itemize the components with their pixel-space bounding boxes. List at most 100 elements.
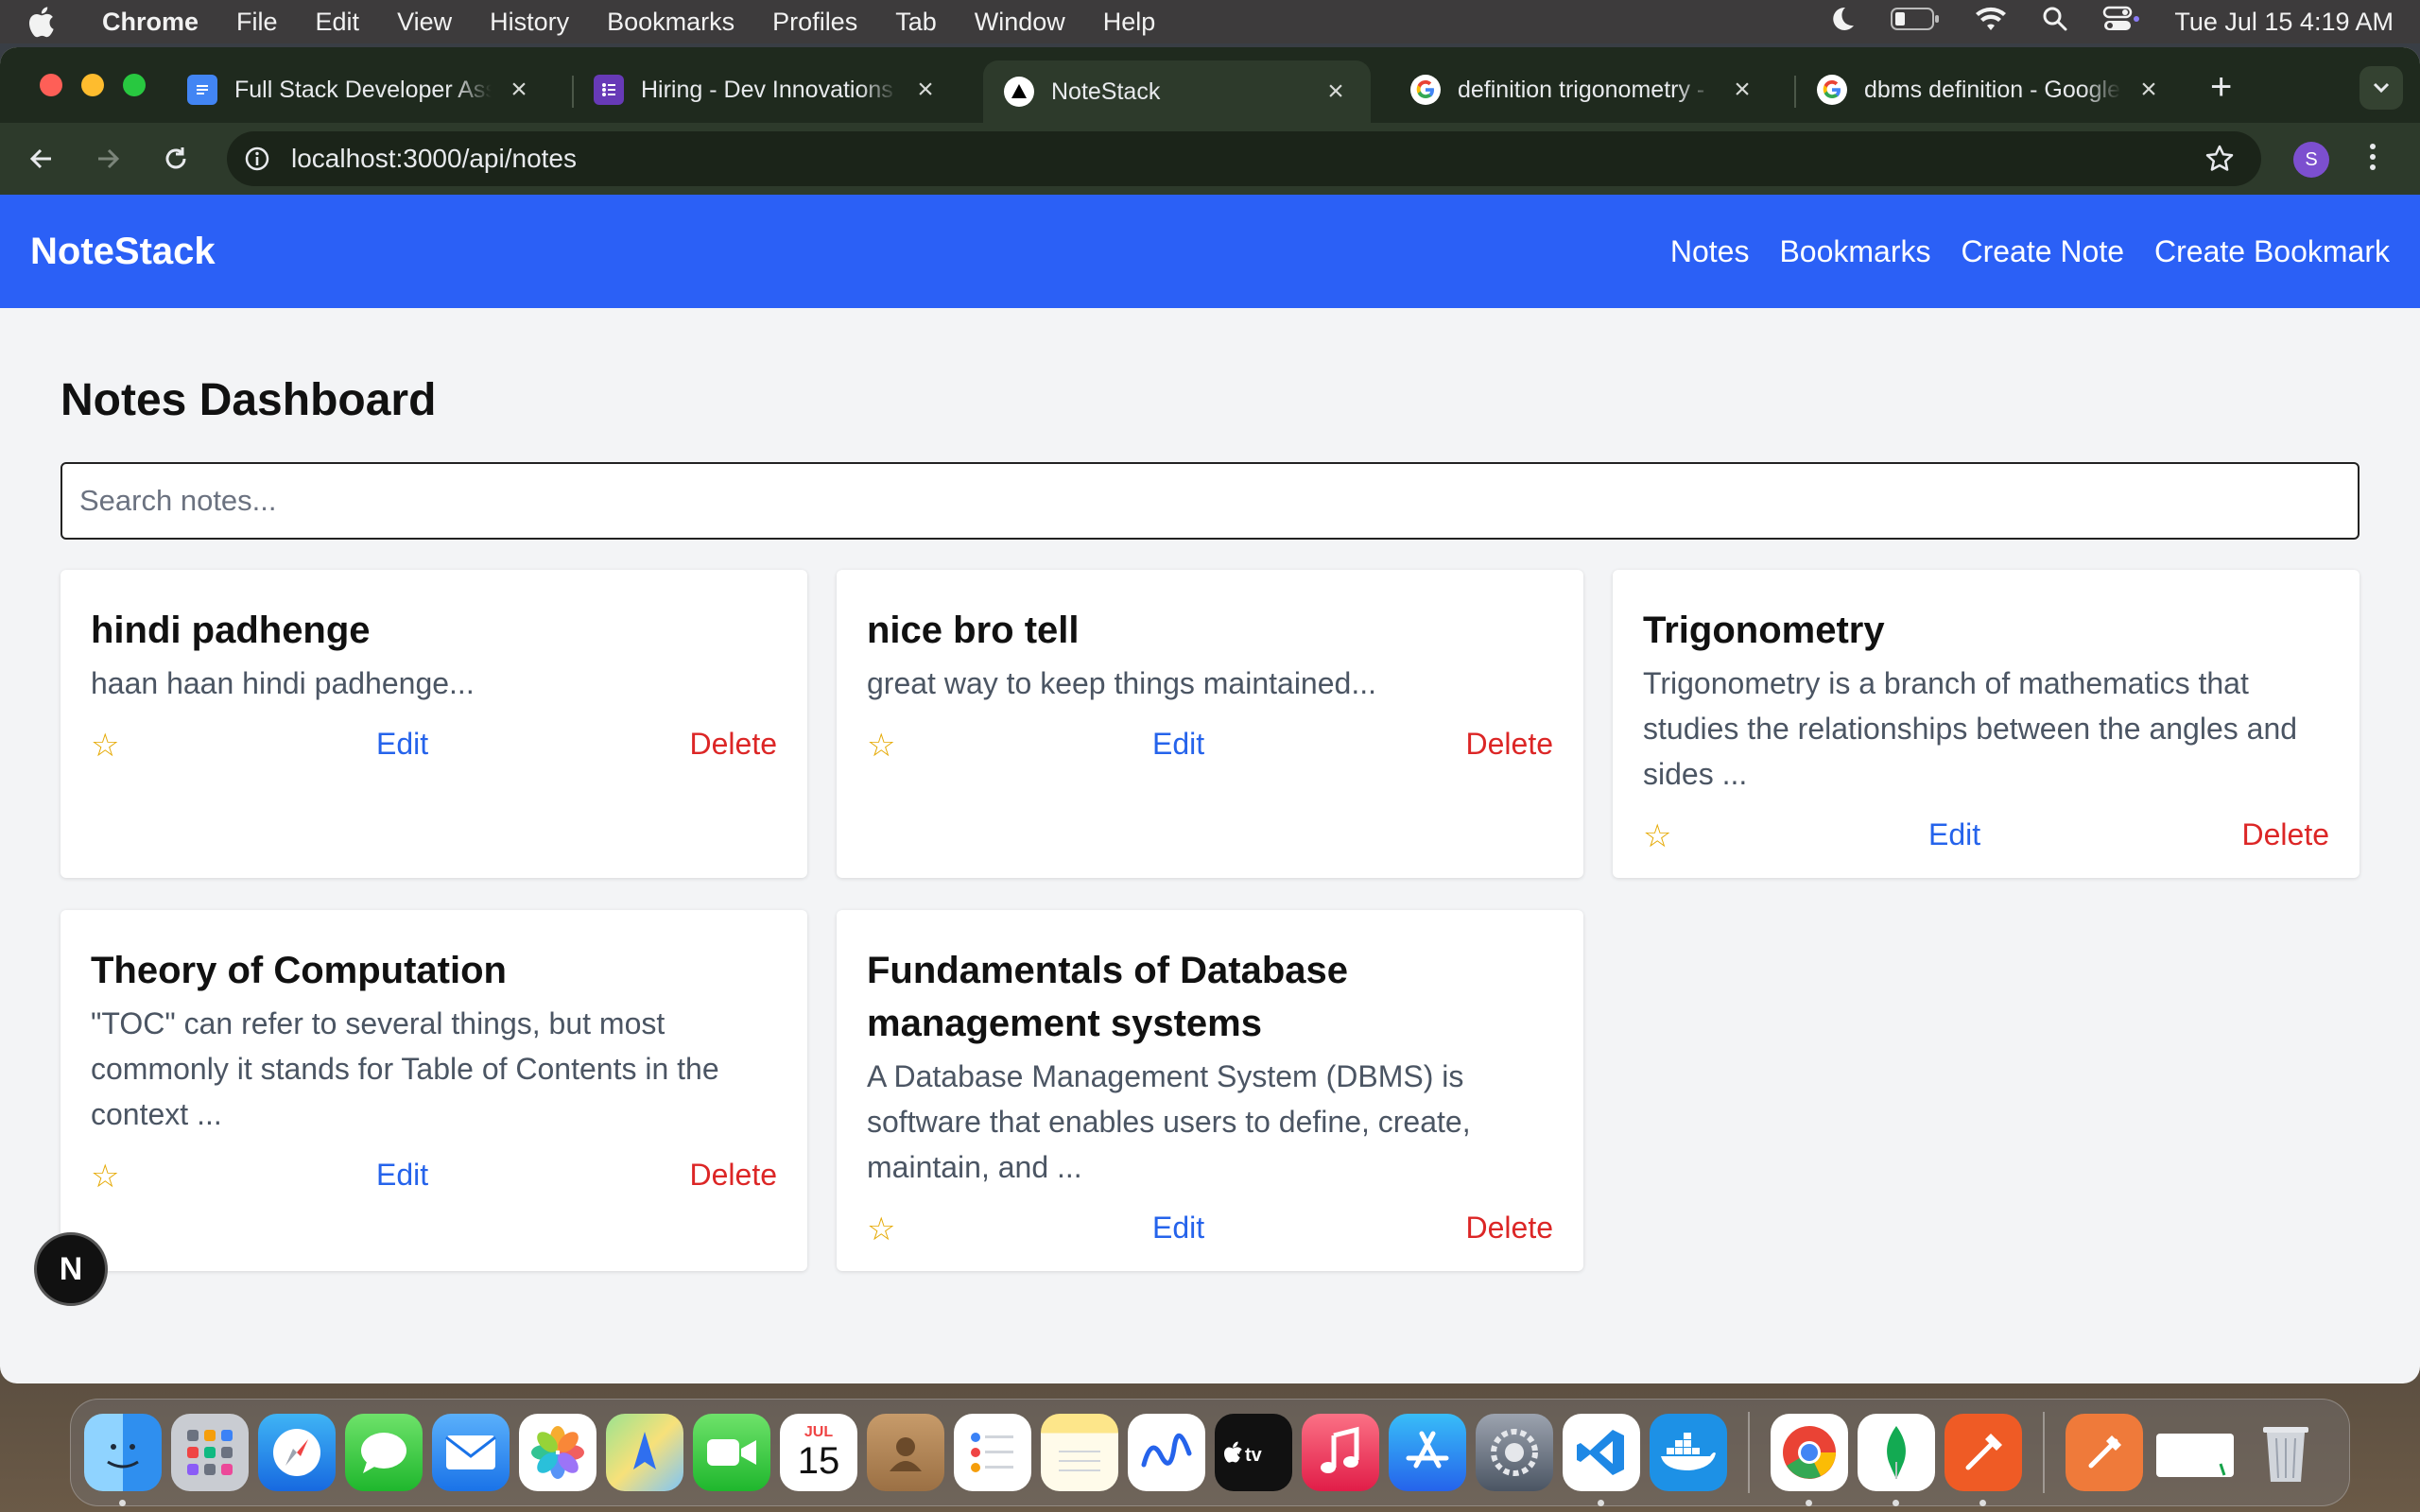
battery-icon[interactable] — [1891, 7, 1940, 38]
menu-bookmarks[interactable]: Bookmarks — [607, 8, 735, 37]
vscode-icon[interactable] — [1563, 1414, 1640, 1506]
mail-icon[interactable] — [432, 1414, 510, 1491]
note-card[interactable]: Theory of Computation "TOC" can refer to… — [60, 910, 807, 1271]
menu-window[interactable]: Window — [975, 8, 1065, 37]
delete-button[interactable]: Delete — [690, 1158, 778, 1193]
tab-title: NoteStack — [1051, 77, 1161, 105]
menu-profiles[interactable]: Profiles — [772, 8, 857, 37]
reminders-icon[interactable] — [954, 1414, 1031, 1491]
close-tab-icon[interactable]: × — [505, 74, 533, 106]
macos-menu-bar: Chrome File Edit View History Bookmarks … — [0, 0, 2420, 43]
nav-create-note-link[interactable]: Create Note — [1961, 234, 2124, 269]
appletv-icon[interactable]: tv — [1215, 1414, 1292, 1491]
forward-arrow-icon[interactable] — [89, 140, 127, 178]
favorite-star-icon[interactable]: ☆ — [867, 727, 895, 765]
chrome-icon[interactable] — [1771, 1414, 1848, 1506]
edit-button[interactable]: Edit — [1928, 817, 1980, 852]
search-input[interactable] — [60, 462, 2360, 540]
downloads-icon[interactable] — [2066, 1414, 2143, 1491]
url-text[interactable]: localhost:3000/api/notes — [291, 144, 577, 174]
nav-bookmarks-link[interactable]: Bookmarks — [1779, 234, 1930, 269]
calendar-icon[interactable]: JUL 15 — [780, 1414, 857, 1491]
close-window-button[interactable] — [40, 74, 62, 96]
tab-full-stack-developer[interactable]: Full Stack Developer Assi × — [166, 60, 554, 119]
delete-button[interactable]: Delete — [1466, 1211, 1554, 1246]
minimize-window-button[interactable] — [81, 74, 104, 96]
nextjs-dev-indicator[interactable]: N — [34, 1232, 108, 1306]
safari-icon[interactable] — [258, 1414, 336, 1491]
wifi-icon[interactable] — [1974, 6, 2008, 39]
settings-icon[interactable] — [1476, 1414, 1553, 1491]
apple-menu-icon[interactable] — [26, 6, 78, 38]
messages-icon[interactable] — [345, 1414, 423, 1491]
edit-button[interactable]: Edit — [1152, 727, 1204, 762]
music-icon[interactable] — [1302, 1414, 1379, 1491]
delete-button[interactable]: Delete — [2242, 817, 2330, 852]
menu-app-chrome[interactable]: Chrome — [102, 8, 199, 37]
focus-moon-icon[interactable] — [1828, 5, 1857, 40]
address-bar[interactable]: localhost:3000/api/notes — [227, 131, 2261, 186]
close-tab-icon[interactable]: × — [911, 74, 940, 106]
edit-button[interactable]: Edit — [1152, 1211, 1204, 1246]
menu-file[interactable]: File — [236, 8, 278, 37]
tab-dbms-definition[interactable]: dbms definition - Google × — [1796, 60, 2184, 119]
edit-button[interactable]: Edit — [376, 727, 428, 762]
close-tab-icon[interactable]: × — [1728, 74, 1756, 106]
maps-icon[interactable] — [606, 1414, 683, 1491]
appstore-icon[interactable] — [1389, 1414, 1466, 1491]
note-card[interactable]: Trigonometry Trigonometry is a branch of… — [1613, 570, 2360, 878]
docker-icon[interactable] — [1650, 1414, 1727, 1491]
edit-button[interactable]: Edit — [376, 1158, 428, 1193]
contacts-icon[interactable] — [867, 1414, 944, 1491]
note-title: Trigonometry — [1643, 610, 1885, 651]
folder-icon[interactable] — [2152, 1414, 2238, 1491]
tab-definition-trigonometry[interactable]: definition trigonometry - × — [1390, 60, 1777, 119]
photos-icon[interactable] — [519, 1414, 596, 1491]
favorite-star-icon[interactable]: ☆ — [1643, 817, 1671, 855]
postman-icon[interactable] — [1945, 1414, 2022, 1506]
control-center-icon[interactable] — [2102, 6, 2140, 39]
notes-icon[interactable] — [1041, 1414, 1118, 1491]
bookmark-star-icon[interactable] — [2204, 144, 2235, 180]
tab-notestack[interactable]: NoteStack × — [983, 60, 1371, 123]
tab-search-chevron-icon[interactable] — [2360, 66, 2403, 110]
menu-tab[interactable]: Tab — [895, 8, 937, 37]
brand-logo[interactable]: NoteStack — [30, 231, 216, 273]
finder-icon[interactable] — [84, 1414, 162, 1506]
back-arrow-icon[interactable] — [23, 140, 60, 178]
note-card[interactable]: Fundamentals of Database management syst… — [837, 910, 1583, 1271]
zoom-window-button[interactable] — [123, 74, 146, 96]
menu-history[interactable]: History — [490, 8, 569, 37]
close-tab-icon[interactable]: × — [1322, 76, 1350, 108]
spotlight-search-icon[interactable] — [2042, 6, 2068, 39]
profile-avatar[interactable]: S — [2293, 142, 2329, 178]
site-info-icon[interactable] — [244, 146, 270, 172]
delete-button[interactable]: Delete — [1466, 727, 1554, 762]
nav-create-bookmark-link[interactable]: Create Bookmark — [2154, 234, 2390, 269]
note-excerpt: A Database Management System (DBMS) is s… — [867, 1059, 1471, 1184]
nav-notes-link[interactable]: Notes — [1670, 234, 1750, 269]
note-card[interactable]: nice bro tell great way to keep things m… — [837, 570, 1583, 878]
new-tab-plus-icon[interactable]: + — [2210, 66, 2232, 109]
note-title: hindi padhenge — [91, 610, 371, 651]
close-tab-icon[interactable]: × — [2135, 74, 2163, 106]
tab-hiring-dev-innovations[interactable]: Hiring - Dev Innovations L × — [573, 60, 960, 119]
favorite-star-icon[interactable]: ☆ — [867, 1211, 895, 1248]
favorite-star-icon[interactable]: ☆ — [91, 727, 119, 765]
menu-help[interactable]: Help — [1103, 8, 1156, 37]
menu-view[interactable]: View — [397, 8, 452, 37]
reload-icon[interactable] — [157, 140, 195, 178]
facetime-icon[interactable] — [693, 1414, 770, 1491]
note-title: Theory of Computation — [91, 950, 507, 991]
freeform-icon[interactable] — [1128, 1414, 1205, 1491]
more-options-icon[interactable] — [2369, 142, 2377, 180]
launchpad-icon[interactable] — [171, 1414, 249, 1491]
note-card[interactable]: hindi padhenge haan haan hindi padhenge.… — [60, 570, 807, 878]
delete-button[interactable]: Delete — [690, 727, 778, 762]
menu-edit[interactable]: Edit — [316, 8, 360, 37]
trash-icon[interactable] — [2247, 1414, 2325, 1491]
mongodb-icon[interactable] — [1858, 1414, 1935, 1506]
app-nav-links: Notes Bookmarks Create Note Create Bookm… — [1670, 234, 2390, 269]
favorite-star-icon[interactable]: ☆ — [91, 1158, 119, 1195]
menubar-clock[interactable]: Tue Jul 15 4:19 AM — [2174, 8, 2394, 37]
